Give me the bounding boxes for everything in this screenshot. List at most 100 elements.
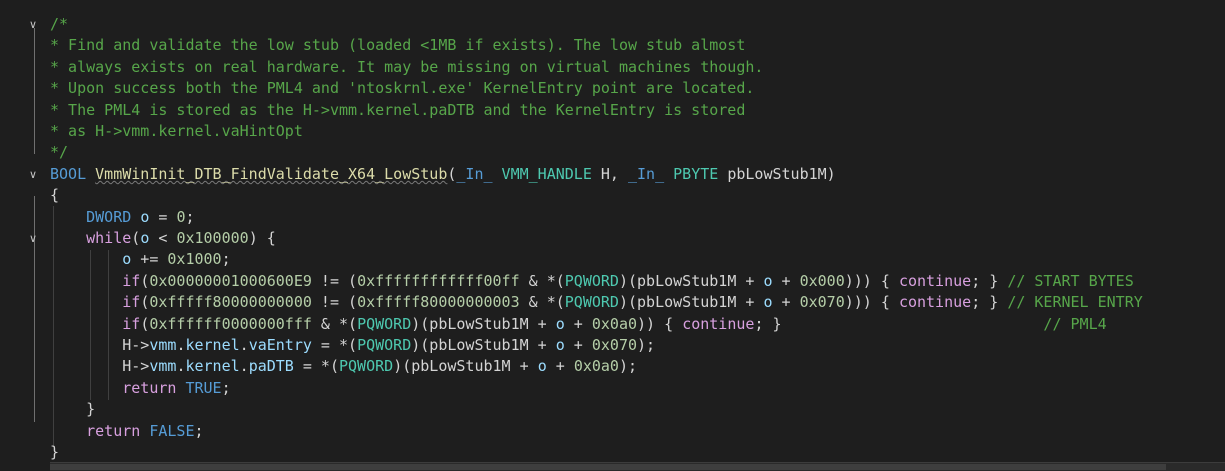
code-text: H->vmm.kernel.paDTB = *(PQWORD)(pbLowStu… xyxy=(50,356,637,377)
code-token: VMM_HANDLE xyxy=(501,164,592,183)
code-token: * The PML4 is stored as the H->vmm.kerne… xyxy=(50,100,746,119)
code-token: while xyxy=(86,229,132,247)
code-text: * Find and validate the low stub (loaded… xyxy=(50,35,745,56)
code-token: . xyxy=(239,336,249,354)
code-token: kernel xyxy=(185,357,240,376)
code-line[interactable]: * as H->vmm.kernel.vaHintOpt xyxy=(0,121,1225,142)
code-line[interactable]: * Upon success both the PML4 and 'ntoskr… xyxy=(0,78,1225,99)
code-text: * as H->vmm.kernel.vaHintOpt xyxy=(50,121,303,142)
code-token: ( xyxy=(140,271,150,290)
code-token: = xyxy=(149,207,177,226)
code-token: += xyxy=(131,250,168,269)
code-token: ); xyxy=(637,336,656,354)
code-text: /* xyxy=(50,14,68,35)
code-text: * The PML4 is stored as the H->vmm.kerne… xyxy=(50,100,745,121)
code-token: 0xfffff80000000000 xyxy=(149,293,312,312)
code-token: */ xyxy=(50,143,69,162)
code-line[interactable]: H->vmm.kernel.paDTB = *(PQWORD)(pbLowStu… xyxy=(0,356,1225,377)
code-token: continue xyxy=(898,271,972,290)
chevron-down-icon[interactable]: ∨ xyxy=(26,164,40,185)
code-text: * always exists on real hardware. It may… xyxy=(50,57,763,78)
code-token: < xyxy=(149,229,177,247)
code-text: BOOL VmmWinInit_DTB_FindValidate_X64_Low… xyxy=(50,164,836,185)
code-token: ; xyxy=(185,207,195,226)
code-line[interactable]: } xyxy=(0,399,1225,420)
code-line[interactable]: DWORD o = 0; xyxy=(0,207,1225,228)
code-token: // KERNEL ENTRY xyxy=(1007,293,1143,312)
code-line[interactable]: if(0xffffff0000000fff & *(PQWORD)(pbLowS… xyxy=(0,314,1225,335)
code-line[interactable]: if(0xfffff80000000000 != (0xfffff8000000… xyxy=(0,292,1225,313)
code-token: + xyxy=(772,293,800,312)
code-token: ; xyxy=(221,378,231,397)
code-editor[interactable]: ∨ /* * Find and validate the low stub (loa… xyxy=(0,0,1225,471)
code-token: { xyxy=(50,186,60,205)
code-token: )(pbLowStub1M + xyxy=(393,357,538,376)
code-token: } xyxy=(50,400,96,419)
code-line[interactable]: */ xyxy=(0,142,1225,163)
code-token: * always exists on real hardware. It may… xyxy=(50,57,764,76)
code-token: o xyxy=(555,336,565,354)
code-token: ; xyxy=(221,250,231,269)
code-token: 0xffffff0000000fff xyxy=(149,314,312,333)
code-token: ; } xyxy=(971,293,1008,312)
code-line[interactable]: ∨ while(o < 0x100000) { xyxy=(0,228,1225,249)
code-token: != ( xyxy=(311,271,358,290)
code-token: PQWORD xyxy=(339,357,394,376)
code-token: return xyxy=(86,421,141,440)
code-token: vmm xyxy=(149,357,177,376)
code-token: if xyxy=(122,271,141,290)
code-token: ))) { xyxy=(844,293,899,312)
code-token: 0x070 xyxy=(799,293,845,312)
code-line[interactable]: ∨ BOOL VmmWinInit_DTB_FindValidate_X64_Lo… xyxy=(0,164,1225,185)
code-token: ; } xyxy=(754,314,1044,333)
code-text: H->vmm.kernel.vaEntry = *(PQWORD)(pbLowS… xyxy=(50,335,655,356)
code-token: ; xyxy=(194,421,204,440)
code-line[interactable]: } xyxy=(0,442,1225,463)
code-text: if(0xfffff80000000000 != (0xfffff8000000… xyxy=(50,292,1143,313)
code-token: )(pbLowStub1M + xyxy=(618,271,764,290)
chevron-down-icon[interactable]: ∨ xyxy=(26,228,40,249)
code-token: continue xyxy=(682,314,755,333)
code-token: kernel xyxy=(185,336,240,354)
code-line[interactable]: H->vmm.kernel.vaEntry = *(PQWORD)(pbLowS… xyxy=(0,335,1225,356)
code-text: if(0x00000001000600E9 != (0xffffffffffff… xyxy=(50,271,1134,292)
code-text: } xyxy=(50,399,95,420)
code-line[interactable]: * always exists on real hardware. It may… xyxy=(0,57,1225,78)
code-token: ( xyxy=(131,229,141,247)
code-line[interactable]: ∨ /* xyxy=(0,14,1225,35)
code-token: o xyxy=(763,271,773,290)
code-token: 0x00000001000600E9 xyxy=(149,271,312,290)
code-token: + xyxy=(546,357,574,376)
code-token: o xyxy=(122,250,132,269)
code-token: continue xyxy=(898,293,972,312)
code-token: o xyxy=(555,314,565,333)
code-line[interactable]: * The PML4 is stored as the H->vmm.kerne… xyxy=(0,100,1225,121)
code-token: )(pbLowStub1M + xyxy=(411,336,556,354)
code-token: 0x1000 xyxy=(167,250,222,269)
code-line[interactable]: * Find and validate the low stub (loaded… xyxy=(0,35,1225,56)
chevron-down-icon[interactable]: ∨ xyxy=(26,14,40,35)
code-text: if(0xffffff0000000fff & *(PQWORD)(pbLowS… xyxy=(50,314,1106,335)
code-line[interactable]: if(0x00000001000600E9 != (0xffffffffffff… xyxy=(0,271,1225,292)
code-token: . xyxy=(239,357,249,376)
code-token: return xyxy=(122,378,177,397)
code-token: H-> xyxy=(50,357,150,376)
code-line[interactable]: { xyxy=(0,185,1225,206)
code-line[interactable]: return FALSE; xyxy=(0,421,1225,442)
scrollbar-thumb[interactable] xyxy=(50,464,1167,470)
code-line[interactable]: return TRUE; xyxy=(0,378,1225,399)
code-token: VmmWinInit_DTB_FindValidate_X64_LowStub xyxy=(95,164,448,183)
code-text: DWORD o = 0; xyxy=(50,207,195,228)
code-line[interactable]: o += 0x1000; xyxy=(0,249,1225,270)
code-token: 0xffffffffffff00ff xyxy=(357,271,520,290)
code-token: PQWORD xyxy=(564,293,619,312)
code-token: & *( xyxy=(519,293,565,312)
code-token: _In_ xyxy=(627,164,665,183)
